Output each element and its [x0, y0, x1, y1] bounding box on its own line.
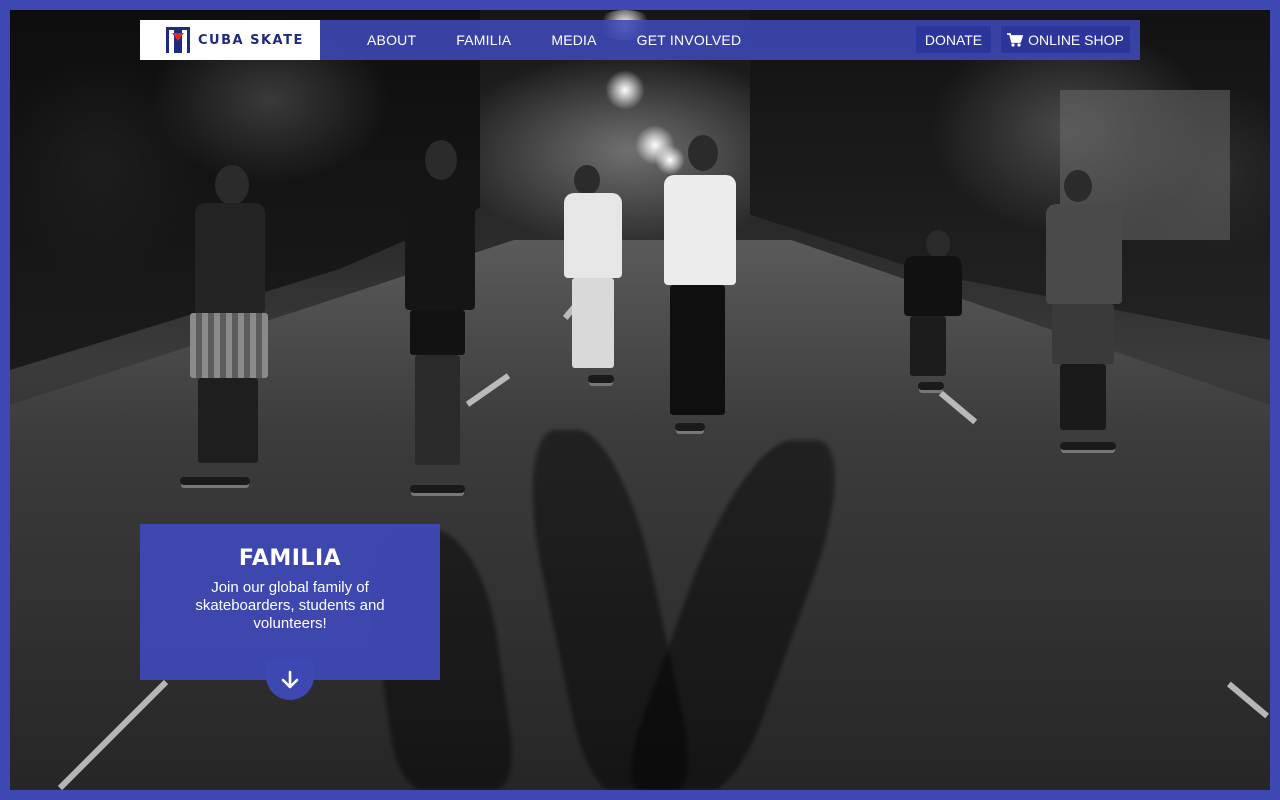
skateboard [918, 382, 944, 390]
skater-head [425, 140, 457, 180]
skater [558, 165, 628, 395]
skater-torso [664, 175, 736, 285]
nav-item-familia[interactable]: FAMILIA [456, 32, 511, 48]
online-shop-button[interactable]: ONLINE SHOP [1001, 26, 1130, 53]
skater-torso [1046, 204, 1122, 304]
callout-title: FAMILIA [238, 546, 342, 571]
skater-legs [1060, 364, 1106, 430]
skater-head [574, 165, 600, 195]
skater-head [1064, 170, 1092, 202]
skater-legs [910, 316, 946, 376]
skateboard [675, 423, 705, 431]
nav-item-media[interactable]: MEDIA [551, 32, 596, 48]
skateboard [410, 485, 465, 493]
skater [1038, 170, 1128, 455]
brand-name: CUBA SKATE [198, 33, 304, 48]
callout-text: Join our global family of skateboarders,… [195, 579, 385, 632]
online-shop-label: ONLINE SHOP [1028, 31, 1124, 48]
skater-legs [410, 310, 465, 355]
arrow-down-icon [281, 670, 299, 689]
familia-callout: FAMILIA Join our global family of skateb… [140, 524, 440, 700]
skater-head [926, 230, 950, 258]
skateboard [180, 477, 250, 485]
skater-legs [670, 285, 725, 415]
cart-icon [1007, 32, 1024, 47]
skateboard [1060, 442, 1116, 450]
skater-head [215, 165, 249, 205]
skater-legs [198, 378, 258, 463]
skater-head [688, 135, 718, 171]
skater-legs [190, 313, 268, 378]
nav-item-get-involved[interactable]: GET INVOLVED [637, 32, 742, 48]
street-lamp [605, 70, 645, 110]
skater [395, 140, 485, 500]
donate-label: DONATE [924, 31, 983, 48]
nav-item-about[interactable]: ABOUT [367, 32, 416, 48]
skater [890, 230, 970, 395]
skater [650, 135, 745, 440]
skater-legs [415, 355, 460, 465]
skater-torso [195, 203, 265, 313]
skater-legs [1052, 304, 1114, 364]
cuba-flag-logo-icon [166, 27, 190, 53]
skater-torso [405, 180, 475, 310]
skateboard [588, 375, 614, 383]
skater-legs [572, 278, 614, 368]
site-header: CUBA SKATE ABOUT FAMILIA MEDIA GET INVOL… [140, 20, 1140, 60]
skater-torso [564, 193, 622, 278]
main-nav: ABOUT FAMILIA MEDIA GET INVOLVED [367, 20, 781, 60]
donate-button[interactable]: DONATE [916, 26, 991, 53]
logo[interactable]: CUBA SKATE [140, 20, 320, 60]
skater-torso [904, 256, 962, 316]
skater [170, 165, 290, 495]
